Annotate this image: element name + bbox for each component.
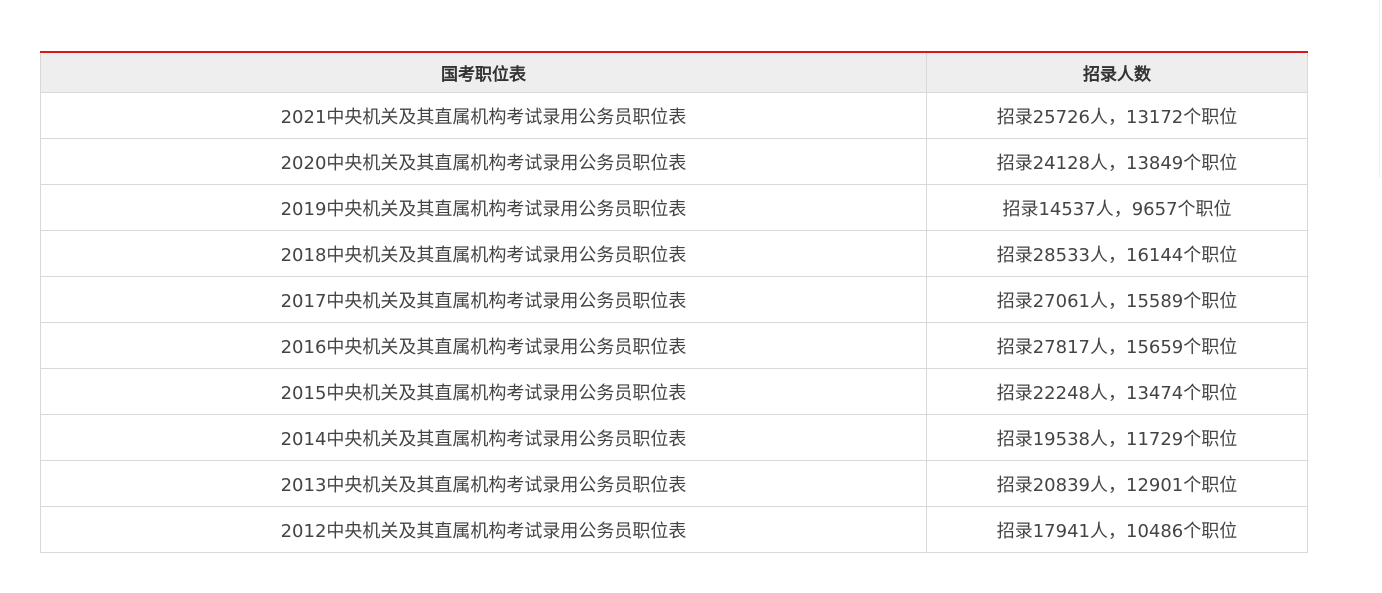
- recruit-count-cell: 招录25726人，13172个职位: [926, 92, 1308, 139]
- recruit-count-cell: 招录27061人，15589个职位: [926, 276, 1308, 323]
- recruit-count-cell: 招录17941人，10486个职位: [926, 506, 1308, 553]
- table-row: 2015中央机关及其直属机构考试录用公务员职位表 招录22248人，13474个…: [40, 368, 1308, 415]
- recruit-count-cell: 招录14537人，9657个职位: [926, 184, 1308, 231]
- position-table-link[interactable]: 2016中央机关及其直属机构考试录用公务员职位表: [40, 322, 927, 369]
- table-row: 2020中央机关及其直属机构考试录用公务员职位表 招录24128人，13849个…: [40, 138, 1308, 185]
- recruit-count-cell: 招录19538人，11729个职位: [926, 414, 1308, 461]
- header-position-table: 国考职位表: [40, 52, 927, 93]
- table-row: 2012中央机关及其直属机构考试录用公务员职位表 招录17941人，10486个…: [40, 506, 1308, 553]
- table-body: 2021中央机关及其直属机构考试录用公务员职位表 招录25726人，13172个…: [40, 92, 1308, 553]
- position-table-link[interactable]: 2015中央机关及其直属机构考试录用公务员职位表: [40, 368, 927, 415]
- position-table: 国考职位表 招录人数 2021中央机关及其直属机构考试录用公务员职位表 招录25…: [40, 51, 1308, 553]
- table-row: 2019中央机关及其直属机构考试录用公务员职位表 招录14537人，9657个职…: [40, 184, 1308, 231]
- position-table-link[interactable]: 2014中央机关及其直属机构考试录用公务员职位表: [40, 414, 927, 461]
- position-table-link[interactable]: 2012中央机关及其直属机构考试录用公务员职位表: [40, 506, 927, 553]
- position-table-link[interactable]: 2017中央机关及其直属机构考试录用公务员职位表: [40, 276, 927, 323]
- table-header-row: 国考职位表 招录人数: [40, 52, 1308, 93]
- position-table-link[interactable]: 2020中央机关及其直属机构考试录用公务员职位表: [40, 138, 927, 185]
- table-row: 2013中央机关及其直属机构考试录用公务员职位表 招录20839人，12901个…: [40, 460, 1308, 507]
- table-row: 2014中央机关及其直属机构考试录用公务员职位表 招录19538人，11729个…: [40, 414, 1308, 461]
- recruit-count-cell: 招录28533人，16144个职位: [926, 230, 1308, 277]
- header-recruit-count: 招录人数: [926, 52, 1308, 93]
- page: 国考职位表 招录人数 2021中央机关及其直属机构考试录用公务员职位表 招录25…: [0, 0, 1382, 593]
- position-table-link[interactable]: 2013中央机关及其直属机构考试录用公务员职位表: [40, 460, 927, 507]
- recruit-count-cell: 招录20839人，12901个职位: [926, 460, 1308, 507]
- position-table-link[interactable]: 2019中央机关及其直属机构考试录用公务员职位表: [40, 184, 927, 231]
- table-row: 2016中央机关及其直属机构考试录用公务员职位表 招录27817人，15659个…: [40, 322, 1308, 369]
- position-table-link[interactable]: 2018中央机关及其直属机构考试录用公务员职位表: [40, 230, 927, 277]
- position-table-container: 国考职位表 招录人数 2021中央机关及其直属机构考试录用公务员职位表 招录25…: [40, 51, 1308, 553]
- page-edge-divider: [1379, 0, 1380, 178]
- table-row: 2018中央机关及其直属机构考试录用公务员职位表 招录28533人，16144个…: [40, 230, 1308, 277]
- recruit-count-cell: 招录22248人，13474个职位: [926, 368, 1308, 415]
- recruit-count-cell: 招录27817人，15659个职位: [926, 322, 1308, 369]
- table-row: 2017中央机关及其直属机构考试录用公务员职位表 招录27061人，15589个…: [40, 276, 1308, 323]
- table-row: 2021中央机关及其直属机构考试录用公务员职位表 招录25726人，13172个…: [40, 92, 1308, 139]
- recruit-count-cell: 招录24128人，13849个职位: [926, 138, 1308, 185]
- position-table-link[interactable]: 2021中央机关及其直属机构考试录用公务员职位表: [40, 92, 927, 139]
